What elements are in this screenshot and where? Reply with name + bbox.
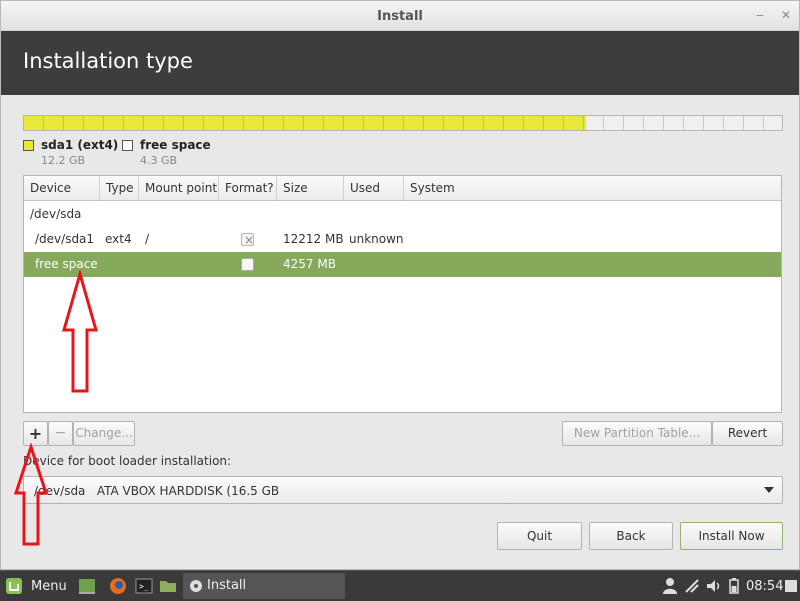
- column-used[interactable]: Used: [344, 176, 404, 201]
- cell-size: 12212 MB: [283, 232, 344, 246]
- partition-bar-used: [24, 116, 586, 130]
- bootloader-device-select[interactable]: /dev/sda ATA VBOX HARDDISK (16.5 GB: [23, 476, 783, 504]
- shutdown-icon[interactable]: [784, 577, 798, 597]
- partition-bar: [23, 115, 783, 131]
- svg-text:>_: >_: [139, 582, 149, 591]
- menu-label[interactable]: Menu: [31, 579, 67, 594]
- table-row-selected[interactable]: free space 4257 MB: [24, 252, 781, 277]
- column-device[interactable]: Device: [24, 176, 100, 201]
- table-row[interactable]: /dev/sda1 ext4 / 12212 MB unknown: [24, 227, 781, 253]
- change-partition-button[interactable]: Change...: [73, 421, 135, 446]
- format-checkbox[interactable]: [241, 258, 254, 271]
- partition-table[interactable]: Device Type Mount point Format? Size Use…: [23, 175, 782, 413]
- taskbar-window-install[interactable]: Install: [183, 573, 345, 599]
- terminal-icon[interactable]: >_: [135, 577, 153, 597]
- cell-used: unknown: [349, 232, 404, 246]
- cell-size: 4257 MB: [283, 257, 336, 271]
- back-button[interactable]: Back: [589, 522, 673, 550]
- window-title: Install: [377, 9, 423, 24]
- bootloader-device-value: /dev/sda ATA VBOX HARDDISK (16.5 GB: [34, 484, 280, 498]
- column-format[interactable]: Format?: [219, 176, 277, 201]
- taskbar: Menu >_ Install 08:54: [0, 570, 800, 601]
- volume-icon[interactable]: [705, 577, 723, 597]
- annotation-arrow-up-icon: [13, 443, 49, 546]
- new-partition-table-button[interactable]: New Partition Table...: [562, 421, 712, 446]
- legend-name: free space: [140, 138, 211, 152]
- column-mount-point[interactable]: Mount point: [139, 176, 219, 201]
- legend-swatch: [23, 140, 34, 151]
- table-row[interactable]: /dev/sda: [24, 202, 781, 227]
- cell-device: /dev/sda: [30, 207, 82, 221]
- chevron-down-icon: [764, 487, 774, 493]
- firefox-icon[interactable]: [109, 577, 127, 597]
- cell-device: /dev/sda1: [35, 232, 95, 246]
- cell-mount: /: [145, 232, 150, 246]
- column-type[interactable]: Type: [100, 176, 139, 201]
- page-header: Installation type: [1, 31, 799, 95]
- minimize-icon[interactable]: ‒: [753, 8, 767, 22]
- battery-icon[interactable]: [727, 577, 741, 597]
- title-bar[interactable]: Install ‒ ✕: [1, 1, 799, 31]
- install-now-button[interactable]: Install Now: [680, 522, 783, 550]
- cell-type: ext4: [105, 232, 132, 246]
- column-system[interactable]: System: [404, 176, 781, 201]
- disc-icon: [190, 580, 202, 592]
- annotation-arrow-up-icon: [62, 270, 98, 393]
- column-size[interactable]: Size: [277, 176, 344, 201]
- clock[interactable]: 08:54: [746, 579, 783, 594]
- folder-icon[interactable]: [159, 577, 177, 597]
- mint-logo-icon[interactable]: [5, 577, 23, 597]
- legend-size: 4.3 GB: [140, 154, 178, 167]
- quit-button[interactable]: Quit: [497, 522, 582, 550]
- installer-window: Install ‒ ✕ Installation type sda1 (ext4…: [0, 0, 800, 570]
- network-icon[interactable]: [683, 577, 701, 597]
- table-header: Device Type Mount point Format? Size Use…: [24, 176, 781, 201]
- revert-button[interactable]: Revert: [712, 421, 783, 446]
- legend-size: 12.2 GB: [41, 154, 86, 167]
- taskbar-window-label: Install: [207, 578, 247, 593]
- show-desktop-icon[interactable]: [78, 577, 96, 597]
- user-icon[interactable]: [662, 577, 678, 597]
- legend-swatch: [122, 140, 133, 151]
- close-icon[interactable]: ✕: [779, 8, 793, 22]
- bootloader-label: Device for boot loader installation:: [23, 454, 232, 468]
- page-title: Installation type: [23, 49, 193, 73]
- legend-name: sda1 (ext4): [41, 138, 119, 152]
- format-checkbox[interactable]: [241, 228, 254, 253]
- remove-partition-button[interactable]: −: [48, 421, 73, 446]
